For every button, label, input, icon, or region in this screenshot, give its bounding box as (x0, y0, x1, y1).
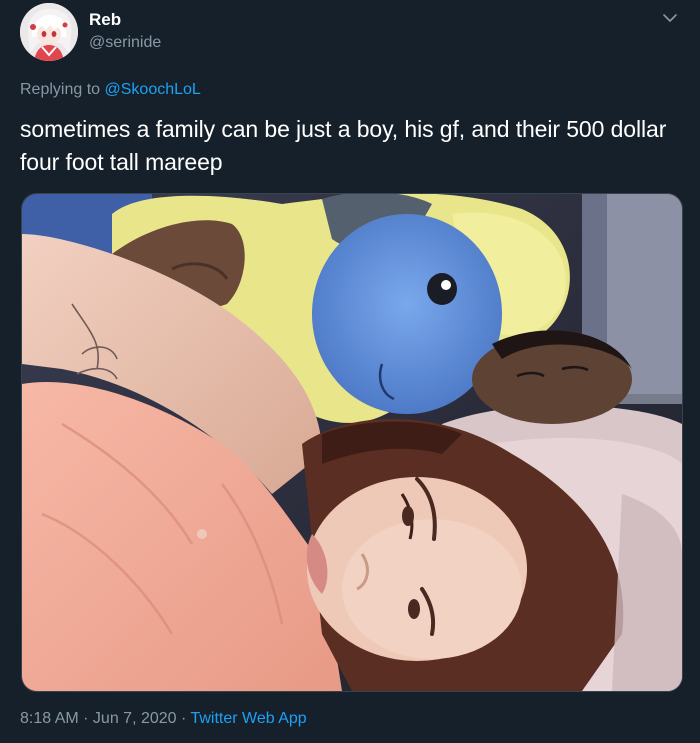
meta-separator: · (78, 710, 93, 727)
replying-to: Replying to @SkoochLoL (20, 80, 201, 100)
chevron-down-icon[interactable] (660, 8, 680, 28)
tweet-date[interactable]: Jun 7, 2020 (93, 710, 177, 727)
reply-mention-link[interactable]: @SkoochLoL (105, 81, 201, 98)
user-handle[interactable]: @serinide (89, 33, 161, 53)
replying-to-label: Replying to (20, 81, 105, 98)
tweet-photo[interactable] (21, 193, 683, 692)
tweet-text: sometimes a family can be just a boy, hi… (20, 116, 667, 175)
avatar[interactable] (20, 3, 78, 61)
tweet-source-link[interactable]: Twitter Web App (190, 710, 306, 727)
tweet-meta: 8:18 AM · Jun 7, 2020 · Twitter Web App (20, 709, 307, 729)
meta-separator: · (176, 710, 191, 727)
tweet-time[interactable]: 8:18 AM (20, 710, 79, 727)
display-name[interactable]: Reb (89, 10, 121, 30)
tweet-card: Reb @serinide Replying to @SkoochLoL som… (0, 0, 700, 743)
